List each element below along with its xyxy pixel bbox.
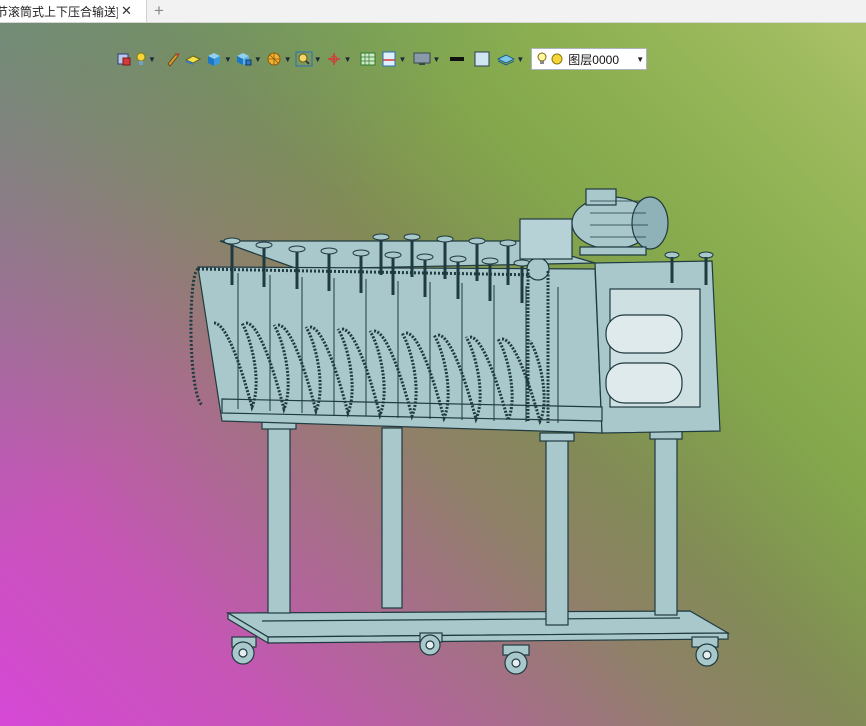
leg-front-right — [545, 434, 569, 626]
render-mode-button[interactable]: ▼ — [265, 48, 292, 70]
move-axis-icon — [327, 53, 340, 65]
material-icon — [184, 55, 202, 65]
chevron-down-icon: ▼ — [253, 54, 262, 64]
3d-viewport[interactable]: ▼ ▼ ▼ ▼ ▼ ▼ ▼ ▼ ▼ 图层0000 ▼ — [0, 23, 866, 726]
section-view-icon — [236, 53, 252, 66]
move-axis-button[interactable]: ▼ — [325, 48, 352, 70]
chevron-down-icon: ▼ — [398, 54, 407, 64]
chevron-down-icon: ▼ — [343, 54, 352, 64]
bulb-on-icon — [537, 52, 547, 64]
layers-button[interactable]: ▼ — [497, 48, 524, 70]
color-swatch-button[interactable] — [474, 48, 490, 70]
ruler-button[interactable]: ▼ — [380, 48, 407, 70]
light-bulb-icon — [136, 52, 146, 65]
color-swatch-icon — [474, 51, 490, 67]
paint-brush-icon — [167, 53, 180, 67]
display-button[interactable]: ▼ — [413, 48, 440, 70]
material-button[interactable] — [184, 48, 202, 70]
layer-select[interactable]: 图层0000 ▼ — [531, 48, 648, 70]
shaded-box-button[interactable]: ▼ — [205, 48, 232, 70]
close-tab-icon[interactable]: ✕ — [121, 0, 132, 22]
section-view-button[interactable]: ▼ — [235, 48, 262, 70]
paint-button[interactable] — [165, 48, 181, 70]
view-toolbar: ▼ ▼ ▼ ▼ ▼ ▼ ▼ ▼ ▼ 图层0000 ▼ — [116, 47, 648, 71]
sun-icon — [551, 53, 563, 65]
layers-icon — [497, 54, 516, 66]
drive-sprocket — [526, 257, 550, 281]
chevron-down-icon: ▼ — [283, 54, 292, 64]
conveyor-machine-model[interactable] — [0, 23, 866, 726]
drive-motor — [519, 188, 669, 260]
line-weight-icon — [450, 57, 465, 61]
layer-name: 图层0000 — [568, 52, 619, 67]
roller-lower — [605, 362, 683, 404]
zoom-icon — [295, 51, 313, 67]
monitor-icon — [413, 52, 431, 65]
new-tab-button[interactable]: + — [154, 1, 164, 21]
chevron-down-icon: ▼ — [636, 54, 645, 64]
roller-upper — [605, 314, 683, 354]
document-tab[interactable]: 节滚筒式上下压合输送] ✕ — [0, 0, 147, 22]
chevron-down-icon: ▼ — [432, 54, 441, 64]
leg-back-left — [381, 427, 403, 609]
shaded-box-icon — [207, 53, 220, 66]
chevron-down-icon: ▼ — [313, 54, 322, 64]
chevron-down-icon: ▼ — [516, 54, 525, 64]
grid-button[interactable] — [359, 48, 377, 70]
chevron-down-icon: ▼ — [148, 54, 156, 64]
leg-back-right — [654, 432, 678, 616]
document-tab-title: 节滚筒式上下压合输送] — [0, 4, 118, 19]
leg-front-left — [267, 422, 291, 614]
view-cube-icon — [117, 53, 131, 66]
ruler-icon — [382, 51, 396, 67]
document-tab-bar: 节滚筒式上下压合输送] ✕ + — [0, 0, 866, 23]
grid-icon — [360, 52, 376, 66]
lighting-button[interactable]: ▼ — [135, 48, 156, 70]
chevron-down-icon: ▼ — [223, 54, 232, 64]
render-mode-icon — [267, 52, 281, 66]
zoom-button[interactable]: ▼ — [295, 48, 322, 70]
line-weight-button[interactable] — [449, 48, 465, 70]
view-cube-button[interactable] — [116, 48, 132, 70]
